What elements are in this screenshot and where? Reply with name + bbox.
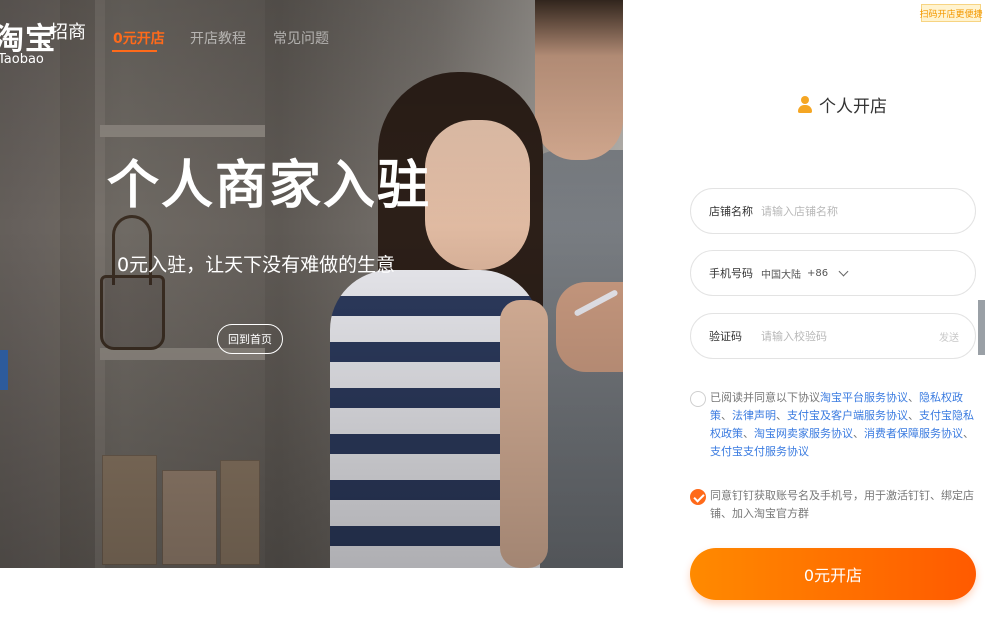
phone-field[interactable]: 手机号码 中国大陆 +86 <box>690 250 976 296</box>
agreement-checkbox[interactable] <box>690 391 706 407</box>
edge-object <box>0 350 8 390</box>
agreement-link[interactable]: 法律声明 <box>732 409 776 422</box>
panel-title: 个人开店 <box>797 92 887 117</box>
dingtalk-checkbox[interactable] <box>690 489 706 505</box>
shop-name-input[interactable] <box>761 204 911 218</box>
logo-tag: 招商 <box>50 22 86 43</box>
back-home-button[interactable]: 回到首页 <box>217 324 283 354</box>
side-edge <box>978 300 985 355</box>
user-icon <box>797 95 813 114</box>
qr-corner-tag[interactable]: 扫码开店更便捷 <box>920 4 983 22</box>
region-code: +86 <box>807 267 829 279</box>
nav-open-shop[interactable]: 0元开店 <box>113 28 165 48</box>
region-select[interactable]: 中国大陆 +86 <box>761 266 849 281</box>
chevron-down-icon <box>838 266 849 276</box>
region-name: 中国大陆 <box>761 269 801 281</box>
dingtalk-consent-text: 同意钉钉获取账号名及手机号，用于激活钉钉、绑定店铺、加入淘宝官方群 <box>710 489 974 520</box>
agreement-link[interactable]: 支付宝及客户端服务协议 <box>787 409 908 422</box>
verify-code-field[interactable]: 验证码 发送 <box>690 313 976 359</box>
dingtalk-consent-block: 同意钉钉获取账号名及手机号，用于激活钉钉、绑定店铺、加入淘宝官方群 <box>690 487 978 523</box>
open-shop-submit-button[interactable]: 0元开店 <box>690 548 976 600</box>
shop-name-label: 店铺名称 <box>709 205 753 218</box>
agreement-link[interactable]: 消费者保障服务协议 <box>864 427 963 440</box>
agreement-link[interactable]: 支付宝支付服务协议 <box>710 445 809 458</box>
verify-code-input[interactable] <box>761 329 911 343</box>
nav-tutorial[interactable]: 开店教程 <box>190 28 246 48</box>
nav-active-underline <box>112 50 157 52</box>
logo-sub-text: Taobao <box>0 52 44 67</box>
shop-name-field[interactable]: 店铺名称 <box>690 188 976 234</box>
agreement-text: 已阅读并同意以下协议淘宝平台服务协议、隐私权政策、法律声明、支付宝及客户端服务协… <box>710 391 974 458</box>
hero-subtitle: 0元入驻，让天下没有难做的生意 <box>117 254 396 276</box>
agreement-link[interactable]: 淘宝平台服务协议 <box>820 391 908 404</box>
signup-panel: 扫码开店更便捷 个人开店 <box>623 0 985 617</box>
panel-title-text: 个人开店 <box>819 97 887 117</box>
hero-banner: 淘宝 Taobao 招商 0元开店 开店教程 常见问题 个人商家入驻 0元入驻，… <box>0 0 623 568</box>
nav-faq[interactable]: 常见问题 <box>273 28 329 48</box>
send-code-button[interactable]: 发送 <box>939 329 959 344</box>
agreement-block: 已阅读并同意以下协议淘宝平台服务协议、隐私权政策、法律声明、支付宝及客户端服务协… <box>690 389 978 461</box>
hero-title: 个人商家入驻 <box>107 156 432 216</box>
agreement-prefix: 已阅读并同意以下协议 <box>710 391 820 404</box>
hero-overlay <box>0 0 623 568</box>
agreement-link[interactable]: 淘宝网卖家服务协议 <box>754 427 853 440</box>
phone-label: 手机号码 <box>709 267 753 280</box>
verify-code-label: 验证码 <box>709 330 742 343</box>
